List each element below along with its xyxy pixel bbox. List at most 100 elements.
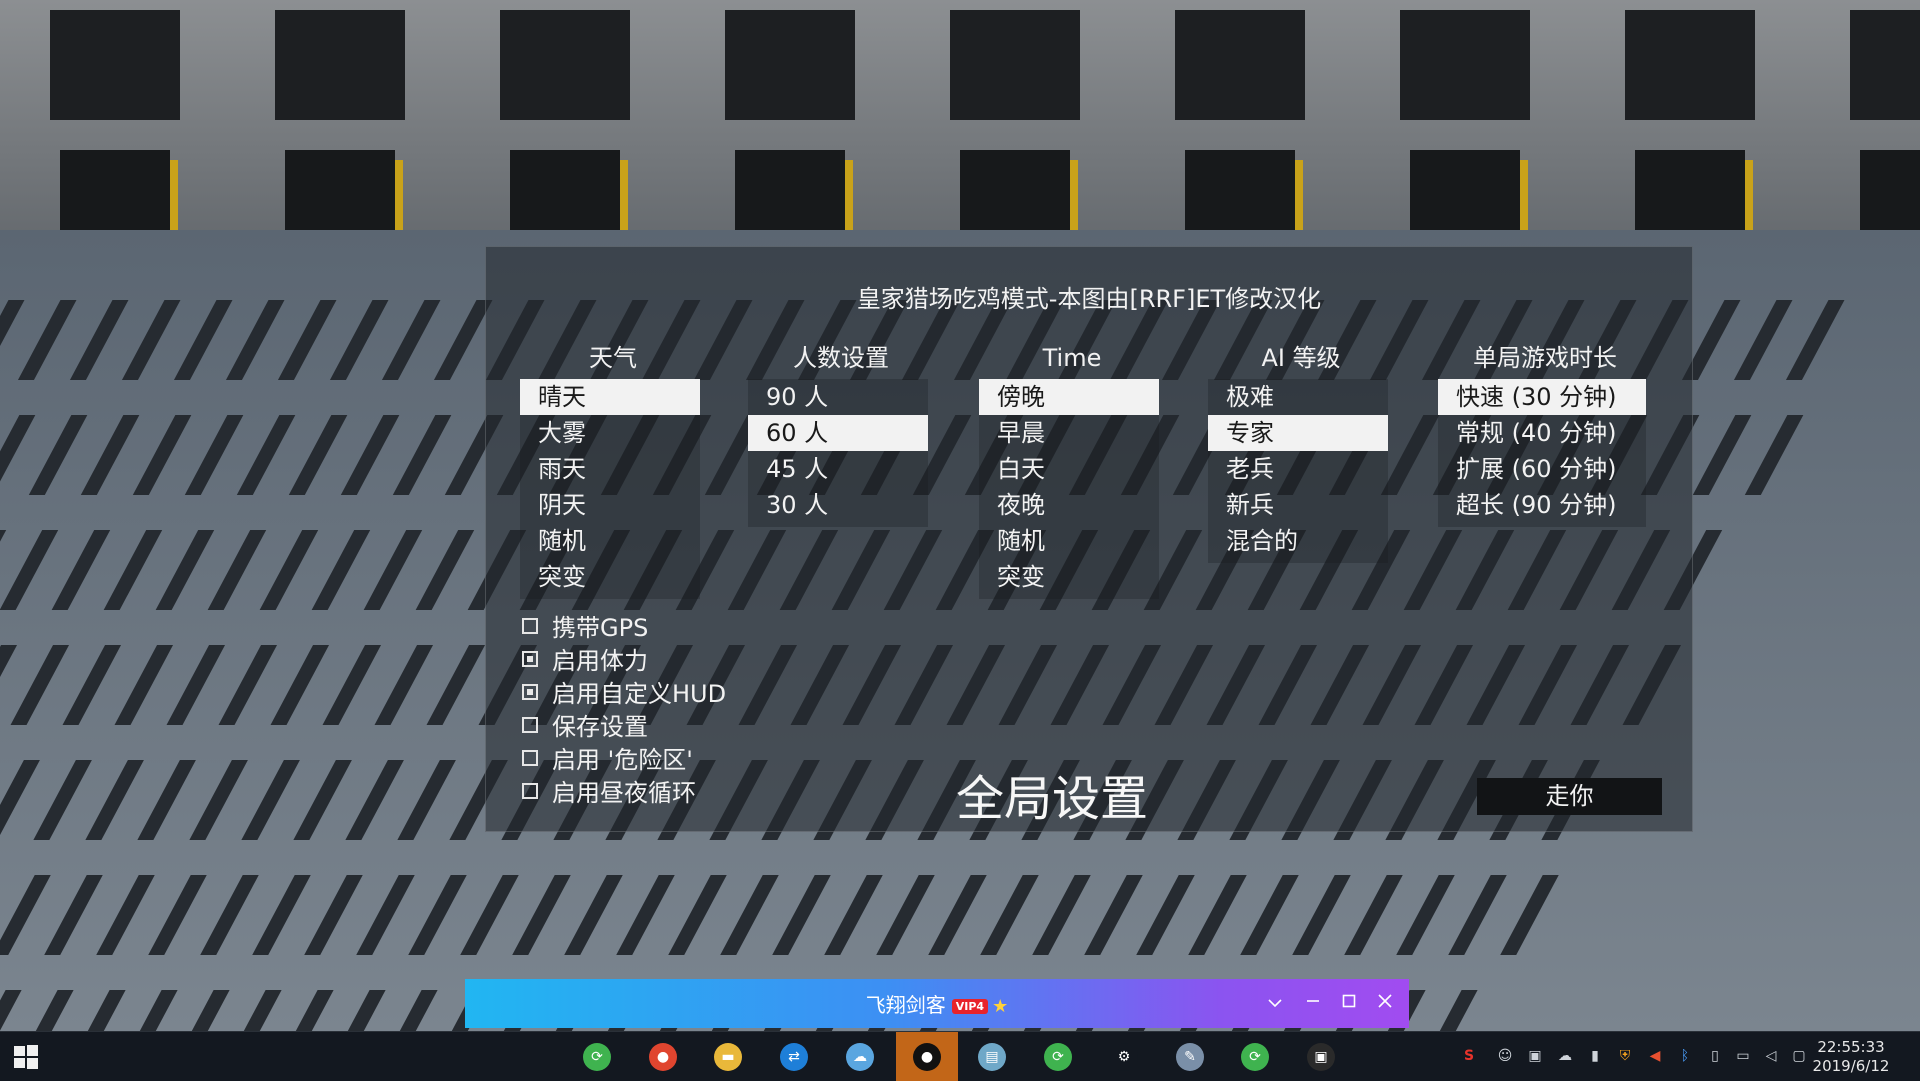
panel-title: 皇家猎场吃鸡模式-本图由[RRF]ET修改汉化 [856, 285, 1322, 313]
ai-option[interactable]: 极难 [1208, 379, 1388, 415]
system-clock[interactable]: 22:55:33 2019/6/12 [1796, 1038, 1906, 1076]
checkbox[interactable] [522, 782, 538, 799]
options-checklist: 携带GPS 启用体力启用自定义HUD 保存设置启用 '危险区' 启用昼夜循环 [522, 609, 726, 807]
option-checkbox-row[interactable]: 保存设置 [522, 708, 726, 741]
checkbox-label: 保存设置 [552, 713, 648, 741]
checkbox-label: 启用 '危险区' [552, 746, 693, 774]
vip-badge: VIP4 [951, 999, 989, 1014]
game-icon: ▣ [1307, 1042, 1335, 1071]
weather-option[interactable]: 随机 [520, 523, 700, 559]
chrome-icon: ● [649, 1042, 677, 1071]
weather-option[interactable]: 雨天 [520, 451, 700, 487]
usb-icon[interactable]: ▯ [1706, 1047, 1724, 1065]
accelerator-green-icon: ⟳ [583, 1042, 611, 1071]
length-option[interactable]: 常规 (40 分钟) [1438, 415, 1646, 451]
clock-time: 22:55:33 [1817, 1038, 1885, 1056]
taskbar-app-button[interactable]: ⚙ [1093, 1032, 1155, 1081]
paint-icon: ✎ [1176, 1042, 1204, 1071]
option-checkbox-row[interactable]: 携带GPS [522, 609, 726, 642]
players-column: 人数设置 90 人 60 人 45 人 30 人 [748, 343, 928, 527]
taskbar-app-button[interactable]: ▬ [697, 1032, 759, 1081]
players-option[interactable]: 60 人 [748, 415, 928, 451]
taskbar-app-button[interactable]: ☁ [829, 1032, 891, 1081]
user-icon[interactable]: ☺ [1496, 1047, 1514, 1065]
volume-alert-icon[interactable]: ◀ [1646, 1047, 1664, 1065]
taskbar-app-button[interactable]: ✎ [1159, 1032, 1221, 1081]
cloud-tray-icon[interactable]: ☁ [1556, 1047, 1574, 1065]
weather-option[interactable]: 阴天 [520, 487, 700, 523]
file-explorer-icon: ▬ [714, 1042, 742, 1071]
taskbar-app-button[interactable]: ▣ [1290, 1032, 1352, 1081]
shield-icon[interactable]: ⛨ [1616, 1047, 1634, 1065]
option-checkbox-row[interactable]: 启用自定义HUD [522, 675, 726, 708]
windows-start-icon[interactable] [14, 1045, 38, 1069]
checkbox-label: 启用自定义HUD [552, 680, 727, 708]
length-option[interactable]: 扩展 (60 分钟) [1438, 451, 1646, 487]
taskbar-app-button[interactable]: ⟳ [1027, 1032, 1089, 1081]
time-option[interactable]: 傍晚 [979, 379, 1159, 415]
minimize-icon[interactable] [1301, 991, 1325, 1015]
weather-option[interactable]: 大雾 [520, 415, 700, 451]
global-settings-heading: 全局设置 [956, 771, 1149, 827]
checkbox-label: 启用昼夜循环 [552, 779, 696, 807]
length-option[interactable]: 快速 (30 分钟) [1438, 379, 1646, 415]
accelerator-green-icon-2: ⟳ [1044, 1042, 1072, 1071]
taskbar-app-button[interactable]: ● [632, 1032, 694, 1081]
checkbox[interactable] [522, 650, 538, 667]
ai-level-header: AI 等级 [1261, 344, 1341, 372]
time-option[interactable]: 随机 [979, 523, 1159, 559]
time-option[interactable]: 白天 [979, 451, 1159, 487]
time-option[interactable]: 夜晚 [979, 487, 1159, 523]
players-option[interactable]: 30 人 [748, 487, 928, 523]
weather-option[interactable]: 晴天 [520, 379, 700, 415]
time-column: Time 傍晚 早晨 白天 夜晚 随机 突变 [979, 343, 1159, 599]
ai-level-options: 极难 专家 老兵 新兵 混合的 [1208, 379, 1388, 563]
bluetooth-icon[interactable]: ᛒ [1676, 1047, 1694, 1065]
ai-option[interactable]: 老兵 [1208, 451, 1388, 487]
checkbox-label: 携带GPS [552, 614, 649, 642]
taskbar-app-button[interactable]: ⟳ [1224, 1032, 1286, 1081]
chevron-down-icon[interactable] [1263, 991, 1287, 1015]
notes-icon: ▤ [978, 1042, 1006, 1071]
players-option[interactable]: 90 人 [748, 379, 928, 415]
time-option[interactable]: 突变 [979, 559, 1159, 595]
players-option[interactable]: 45 人 [748, 451, 928, 487]
option-checkbox-row[interactable]: 启用体力 [522, 642, 726, 675]
window-icon[interactable]: ▣ [1526, 1047, 1544, 1065]
option-checkbox-row[interactable]: 启用 '危险区' [522, 741, 726, 774]
taskbar-app-button[interactable]: ⟳ [566, 1032, 628, 1081]
star-icon: ★ [992, 996, 1009, 1017]
speaker-icon[interactable]: ◁ [1762, 1047, 1780, 1065]
option-checkbox-row[interactable]: 启用昼夜循环 [522, 774, 726, 807]
ai-option[interactable]: 专家 [1208, 415, 1388, 451]
match-length-column: 单局游戏时长 快速 (30 分钟) 常规 (40 分钟) 扩展 (60 分钟) 超长 … [1438, 343, 1646, 527]
clock-date: 2019/6/12 [1812, 1057, 1890, 1075]
start-game-button[interactable]: 走你 [1477, 778, 1662, 815]
battery-icon[interactable]: ▭ [1734, 1047, 1752, 1065]
close-icon[interactable] [1373, 991, 1397, 1015]
taskbar-app-button[interactable]: ▤ [961, 1032, 1023, 1081]
weather-options: 晴天 大雾 雨天 阴天 随机 突变 [520, 379, 700, 599]
sogou-input-icon[interactable]: S [1460, 1047, 1478, 1065]
checkbox[interactable] [522, 683, 538, 700]
checkbox[interactable] [522, 749, 538, 766]
ai-option[interactable]: 新兵 [1208, 487, 1388, 523]
cloud-icon: ☁ [846, 1042, 874, 1071]
checkbox[interactable] [522, 617, 538, 634]
weather-header: 天气 [589, 344, 637, 372]
length-option[interactable]: 超长 (90 分钟) [1438, 487, 1646, 523]
taskbar-app-button[interactable]: ● [896, 1032, 958, 1081]
ai-option[interactable]: 混合的 [1208, 523, 1388, 559]
weather-option[interactable]: 突变 [520, 559, 700, 595]
taskbar-app-button[interactable]: ⇄ [763, 1032, 825, 1081]
time-header: Time [1042, 344, 1102, 372]
checkbox[interactable] [522, 716, 538, 733]
time-option[interactable]: 早晨 [979, 415, 1159, 451]
time-options: 傍晚 早晨 白天 夜晚 随机 突变 [979, 379, 1159, 599]
accelerator-name: 飞翔剑客 [865, 993, 946, 1017]
maximize-icon[interactable] [1337, 991, 1361, 1015]
accelerator-title-bar[interactable]: 飞翔剑客 VIP4 ★ [465, 979, 1409, 1028]
bottle-icon[interactable]: ▮ [1586, 1047, 1604, 1065]
qq-penguin-icon: ● [913, 1042, 941, 1071]
checkbox-label: 启用体力 [552, 647, 648, 675]
